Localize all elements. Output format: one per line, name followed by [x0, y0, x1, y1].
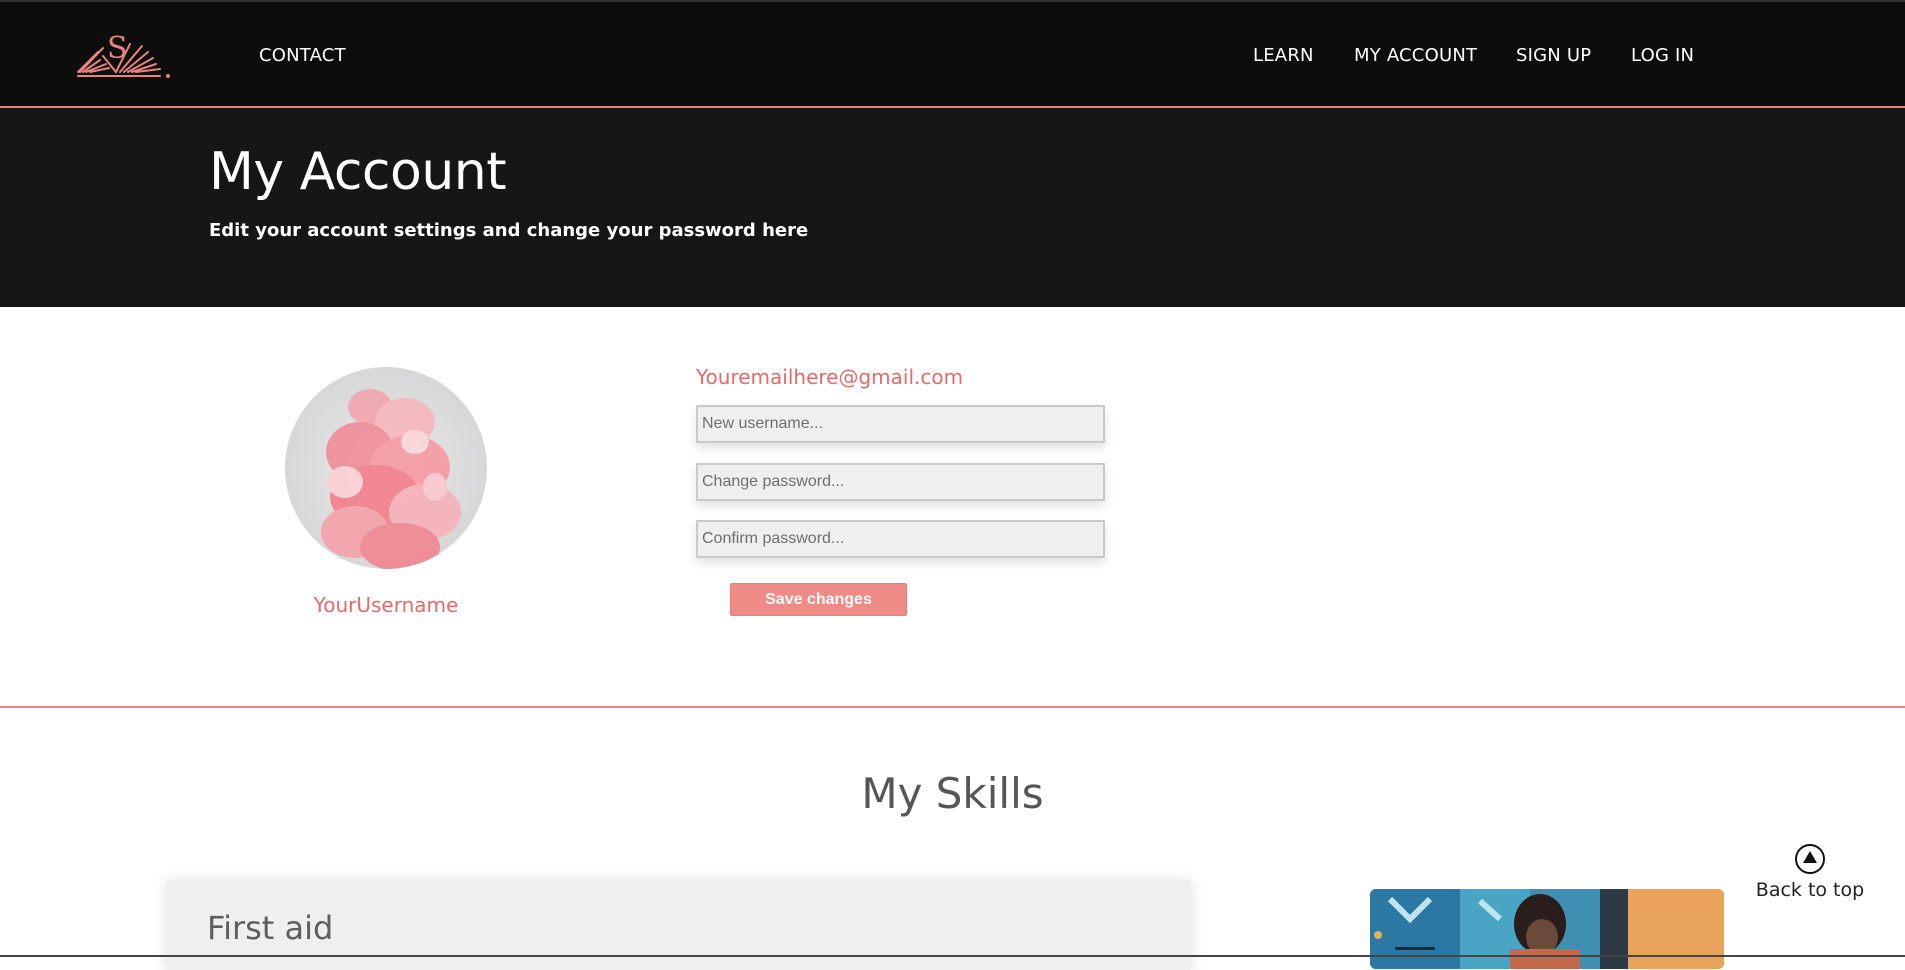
profile-email: Youremailhere@gmail.com — [696, 365, 964, 389]
hero-banner: My Account Edit your account settings an… — [0, 108, 1905, 307]
skill-thumbnail-image[interactable] — [1370, 889, 1724, 969]
page-title: My Account — [209, 142, 507, 202]
skills-heading: My Skills — [861, 769, 1044, 818]
nav-my-account-link[interactable]: MY ACCOUNT — [1354, 44, 1477, 68]
nav-log-in-link[interactable]: LOG IN — [1631, 44, 1694, 68]
nav-contact-link[interactable]: CONTACT — [259, 44, 346, 68]
back-to-top-button[interactable]: Back to top — [1748, 843, 1872, 907]
save-changes-button[interactable]: Save changes — [730, 583, 907, 616]
avatar-image — [285, 367, 487, 569]
site-logo[interactable]: S — [76, 24, 176, 82]
back-to-top-label: Back to top — [1755, 879, 1865, 901]
avatar[interactable] — [285, 367, 487, 569]
svg-text:S: S — [107, 31, 128, 66]
section-divider — [0, 706, 1905, 708]
profile-username: YourUsername — [313, 593, 459, 617]
confirm-password-input[interactable] — [696, 520, 1105, 558]
thumbnail-photo — [1370, 889, 1724, 969]
page-subtitle: Edit your account settings and change yo… — [209, 220, 809, 241]
nav-sign-up-link[interactable]: SIGN UP — [1516, 44, 1591, 68]
new-username-input[interactable] — [696, 405, 1105, 443]
top-navbar: S CONTACT LEARN MY ACCOUNT SIGN UP LOG I… — [0, 2, 1905, 108]
open-book-s-logo-icon: S — [77, 31, 170, 78]
arrow-up-circle-icon — [1795, 844, 1825, 874]
change-password-input[interactable] — [696, 463, 1105, 501]
nav-learn-link[interactable]: LEARN — [1253, 44, 1314, 68]
skill-card-title: First aid — [207, 909, 334, 947]
